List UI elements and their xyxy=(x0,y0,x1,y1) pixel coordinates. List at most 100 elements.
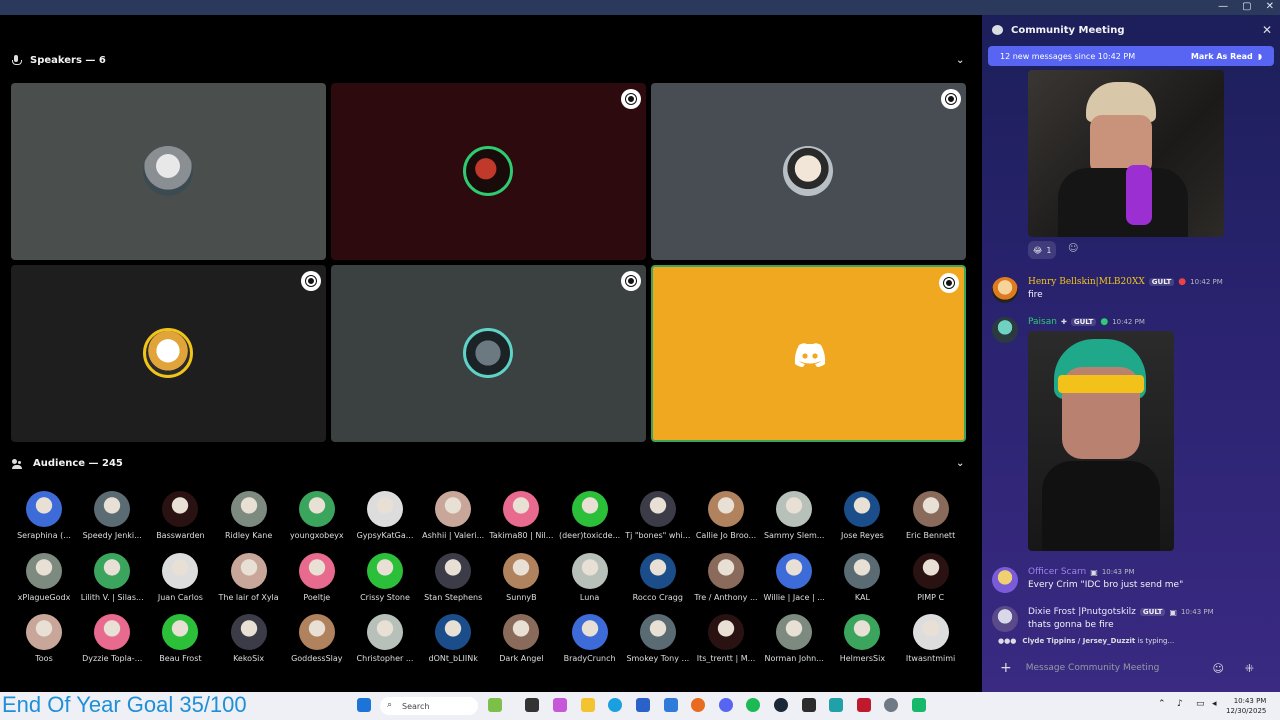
firefox-icon[interactable] xyxy=(691,698,705,712)
timestamp: 10:42 PM xyxy=(1112,318,1145,326)
audience-member[interactable]: Dark Angel xyxy=(487,614,555,663)
store-icon[interactable] xyxy=(636,698,650,712)
emoji-icon[interactable]: ☺ xyxy=(1213,662,1224,675)
file-explorer-icon[interactable] xyxy=(581,698,595,712)
mail-icon[interactable] xyxy=(664,698,678,712)
audience-member[interactable]: Jose Reyes xyxy=(828,491,896,540)
taskbar-search[interactable]: ⌕ Search xyxy=(380,697,478,715)
avatar xyxy=(912,491,949,527)
maximize-button[interactable]: ▢ xyxy=(1242,1,1251,12)
discord-icon[interactable] xyxy=(719,698,733,712)
speaker-tile[interactable] xyxy=(11,83,326,260)
chevron-down-icon[interactable]: ⌄ xyxy=(956,55,964,66)
message-image[interactable] xyxy=(1028,70,1224,237)
audience-member[interactable]: dONt_bLIINk xyxy=(419,614,487,663)
microphone-tray-icon[interactable]: ♪ xyxy=(1177,699,1183,709)
speaker-tile[interactable] xyxy=(651,83,966,260)
audience-member[interactable]: Toos xyxy=(10,614,78,663)
audience-member[interactable]: Seraphina (... xyxy=(10,491,78,540)
audience-member[interactable]: xPlagueGodx xyxy=(10,552,78,602)
audience-member[interactable]: Tre / Anthony ... xyxy=(692,552,760,602)
speaker-tile[interactable] xyxy=(331,265,646,442)
audience-member-name: Willie | Jace | ... xyxy=(763,592,825,602)
audience-member[interactable]: Ashhii | Valeri... xyxy=(419,491,487,540)
audience-member[interactable]: GypsyKatGa... xyxy=(351,491,419,540)
audience-member[interactable]: Sammy Slem... xyxy=(760,491,828,540)
audience-member[interactable]: Christopher ... xyxy=(351,614,419,663)
system-clock[interactable]: 10:43 PM 12/30/2025 xyxy=(1226,696,1266,716)
audience-member[interactable]: youngxobeyx xyxy=(283,491,351,540)
valorant-icon[interactable] xyxy=(857,698,871,712)
audience-member[interactable]: HelmersSix xyxy=(828,614,896,663)
task-view-icon[interactable] xyxy=(525,698,539,712)
volume-icon[interactable]: ◂ xyxy=(1212,699,1217,709)
audience-member[interactable]: Basswarden xyxy=(146,491,214,540)
audience-member[interactable]: KekoSix xyxy=(215,614,283,663)
audience-member[interactable]: GoddessSlay xyxy=(283,614,351,663)
audience-member[interactable]: (deer)toxicde... xyxy=(556,491,624,540)
audience-member[interactable]: Beau Frost xyxy=(146,614,214,663)
reaction-pill[interactable]: 😂 1 xyxy=(1028,241,1057,259)
audience-member[interactable]: Its_trentt | M... xyxy=(692,614,760,663)
audience-member[interactable]: Stan Stephens xyxy=(419,552,487,602)
audience-header[interactable]: Audience — 245 ⌄ xyxy=(12,458,964,469)
apps-icon[interactable]: ⁜ xyxy=(1245,662,1254,675)
audience-member[interactable]: Callie Jo Broo... xyxy=(692,491,760,540)
audience-member[interactable]: Takima80 | Nil... xyxy=(487,491,555,540)
audience-member[interactable]: Eric Bennett xyxy=(897,491,965,540)
author-name[interactable]: Dixie Frost |Pnutgotskilz xyxy=(1028,607,1136,617)
edge-icon[interactable] xyxy=(608,698,622,712)
speakers-header[interactable]: Speakers — 6 ⌄ xyxy=(12,55,964,66)
audience-member[interactable]: Willie | Jace | ... xyxy=(760,552,828,602)
audience-member[interactable]: KAL xyxy=(828,552,896,602)
add-reaction-icon[interactable]: ☺ xyxy=(1068,243,1078,254)
new-messages-banner[interactable]: 12 new messages since 10:42 PM Mark As R… xyxy=(988,46,1274,66)
audience-member[interactable]: BradyCrunch xyxy=(556,614,624,663)
audience-member[interactable]: Norman John... xyxy=(760,614,828,663)
copilot-icon[interactable] xyxy=(553,698,567,712)
audience-member[interactable]: Ridley Kane xyxy=(215,491,283,540)
start-icon[interactable] xyxy=(357,698,371,712)
network-icon[interactable]: ▭ xyxy=(1196,699,1205,709)
speaker-tile-discord[interactable] xyxy=(651,265,966,442)
audience-member[interactable]: Luna xyxy=(556,552,624,602)
audience-member[interactable]: Juan Carlos xyxy=(146,552,214,602)
audience-member[interactable]: Rocco Cragg xyxy=(624,552,692,602)
close-window-button[interactable]: ✕ xyxy=(1266,1,1274,12)
author-name[interactable]: Paisan xyxy=(1028,317,1057,327)
terminal-icon[interactable] xyxy=(802,698,816,712)
close-icon[interactable]: ✕ xyxy=(1262,23,1272,37)
message-input[interactable]: Message Community Meeting xyxy=(1026,663,1160,673)
audience-member[interactable]: Itwasntmimi xyxy=(897,614,965,663)
audience-member[interactable]: Lilith V. | Silas... xyxy=(78,552,146,602)
avatar xyxy=(230,491,267,527)
message-image[interactable] xyxy=(1028,331,1174,551)
settings-gear-icon[interactable] xyxy=(884,698,898,712)
audience-member[interactable]: Poeltje xyxy=(283,552,351,602)
message-composer[interactable]: + Message Community Meeting ☺ ⁜ xyxy=(988,654,1274,682)
steam-icon[interactable] xyxy=(774,698,788,712)
spotify-icon[interactable] xyxy=(746,698,760,712)
speaker-tile[interactable] xyxy=(11,265,326,442)
author-name[interactable]: Officer Scarn xyxy=(1028,567,1086,577)
chevron-up-icon[interactable]: ⌃ xyxy=(1158,699,1166,709)
audience-member[interactable]: PIMP C xyxy=(897,552,965,602)
widgets-icon[interactable] xyxy=(488,698,502,712)
audience-member[interactable]: Smokey Tony ... xyxy=(624,614,692,663)
audience-member[interactable]: Tj "bones" whi... xyxy=(624,491,692,540)
add-attachment-icon[interactable]: + xyxy=(1000,660,1012,676)
app-icon[interactable] xyxy=(912,698,926,712)
author-name[interactable]: Henry Bellskin|MLB20XX xyxy=(1028,277,1145,287)
audience-member[interactable]: Speedy Jenki... xyxy=(78,491,146,540)
audience-member[interactable]: The lair of Xyla xyxy=(215,552,283,602)
audience-member[interactable]: Dyzzie Topla-... xyxy=(78,614,146,663)
chevron-down-icon[interactable]: ⌄ xyxy=(956,458,964,469)
audience-member[interactable]: Crissy Stone xyxy=(351,552,419,602)
speaker-tile[interactable] xyxy=(331,83,646,260)
app-icon[interactable] xyxy=(829,698,843,712)
audience-member-name: The lair of Xyla xyxy=(218,592,279,602)
minimize-button[interactable]: — xyxy=(1218,1,1228,12)
mark-as-read-button[interactable]: Mark As Read ◗ xyxy=(1191,52,1262,61)
audience-member[interactable]: SunnyB xyxy=(487,552,555,602)
avatar xyxy=(298,552,335,589)
